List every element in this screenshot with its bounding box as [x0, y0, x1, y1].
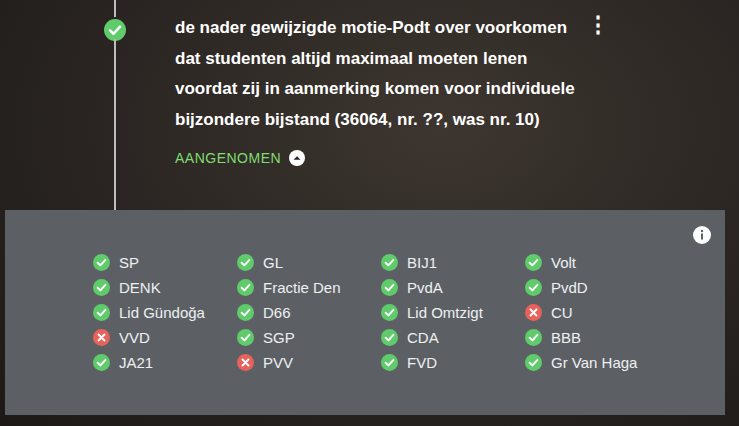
toggle-arrow-icon[interactable] [289, 150, 305, 166]
party-name: Volt [551, 253, 576, 273]
party-name: DENK [119, 278, 161, 298]
party-name: BIJ1 [407, 253, 437, 273]
vote-item: GL [237, 250, 381, 275]
check-icon [381, 254, 398, 271]
vote-item: CDA [381, 325, 525, 350]
vote-grid: SP GL BIJ1 Volt DENK Fractie Den PvdA PvdD Lid G… [93, 250, 715, 375]
check-icon [525, 354, 542, 371]
check-icon [381, 279, 398, 296]
party-name: PvdD [551, 278, 588, 298]
check-icon [525, 279, 542, 296]
motion-title: de nader gewijzigde motie-Podt over voor… [175, 13, 575, 135]
vote-item: Lid Gündoğa [93, 300, 237, 325]
check-icon [93, 254, 110, 271]
cross-icon [237, 354, 254, 371]
party-name: JA21 [119, 353, 153, 373]
vote-item: PvdD [525, 275, 669, 300]
menu-button[interactable]: ⋮ [585, 0, 611, 210]
vote-item: Gr Van Haga [525, 350, 669, 375]
vote-item: BIJ1 [381, 250, 525, 275]
check-icon [93, 279, 110, 296]
party-name: Lid Gündoğa [119, 303, 205, 323]
party-name: SGP [263, 328, 295, 348]
party-name: Fractie Den [263, 278, 341, 298]
party-name: CDA [407, 328, 439, 348]
party-name: PvdA [407, 278, 443, 298]
vote-item: JA21 [93, 350, 237, 375]
vote-item: CU [525, 300, 669, 325]
check-icon [237, 254, 254, 271]
motion-item: de nader gewijzigde motie-Podt over voor… [0, 0, 739, 210]
party-name: Lid Omtzigt [407, 303, 483, 323]
check-icon [525, 329, 542, 346]
party-name: VVD [119, 328, 150, 348]
party-name: SP [119, 253, 139, 273]
vote-item: DENK [93, 275, 237, 300]
vote-item: PvdA [381, 275, 525, 300]
party-name: PVV [263, 353, 293, 373]
check-icon [381, 329, 398, 346]
check-icon [381, 354, 398, 371]
vote-item: VVD [93, 325, 237, 350]
party-name: CU [551, 303, 573, 323]
check-icon [104, 19, 126, 41]
cross-icon [525, 304, 542, 321]
cross-icon [93, 329, 110, 346]
info-icon[interactable] [693, 226, 711, 244]
party-name: Gr Van Haga [551, 353, 637, 373]
vote-item: BBB [525, 325, 669, 350]
check-icon [237, 304, 254, 321]
vote-item: Fractie Den [237, 275, 381, 300]
vote-item: FVD [381, 350, 525, 375]
check-icon [237, 279, 254, 296]
check-icon [381, 304, 398, 321]
party-name: D66 [263, 303, 291, 323]
check-icon [525, 254, 542, 271]
party-name: BBB [551, 328, 581, 348]
vote-item: Lid Omtzigt [381, 300, 525, 325]
vote-item: Volt [525, 250, 669, 275]
check-icon [93, 354, 110, 371]
vote-item: SP [93, 250, 237, 275]
vote-item: PVV [237, 350, 381, 375]
motion-status: AANGENOMEN [175, 148, 281, 168]
check-icon [237, 329, 254, 346]
party-name: GL [263, 253, 283, 273]
vote-item: SGP [237, 325, 381, 350]
vote-panel: SP GL BIJ1 Volt DENK Fractie Den PvdA PvdD Lid G… [5, 210, 725, 415]
vote-item: D66 [237, 300, 381, 325]
party-name: FVD [407, 353, 437, 373]
check-icon [93, 304, 110, 321]
